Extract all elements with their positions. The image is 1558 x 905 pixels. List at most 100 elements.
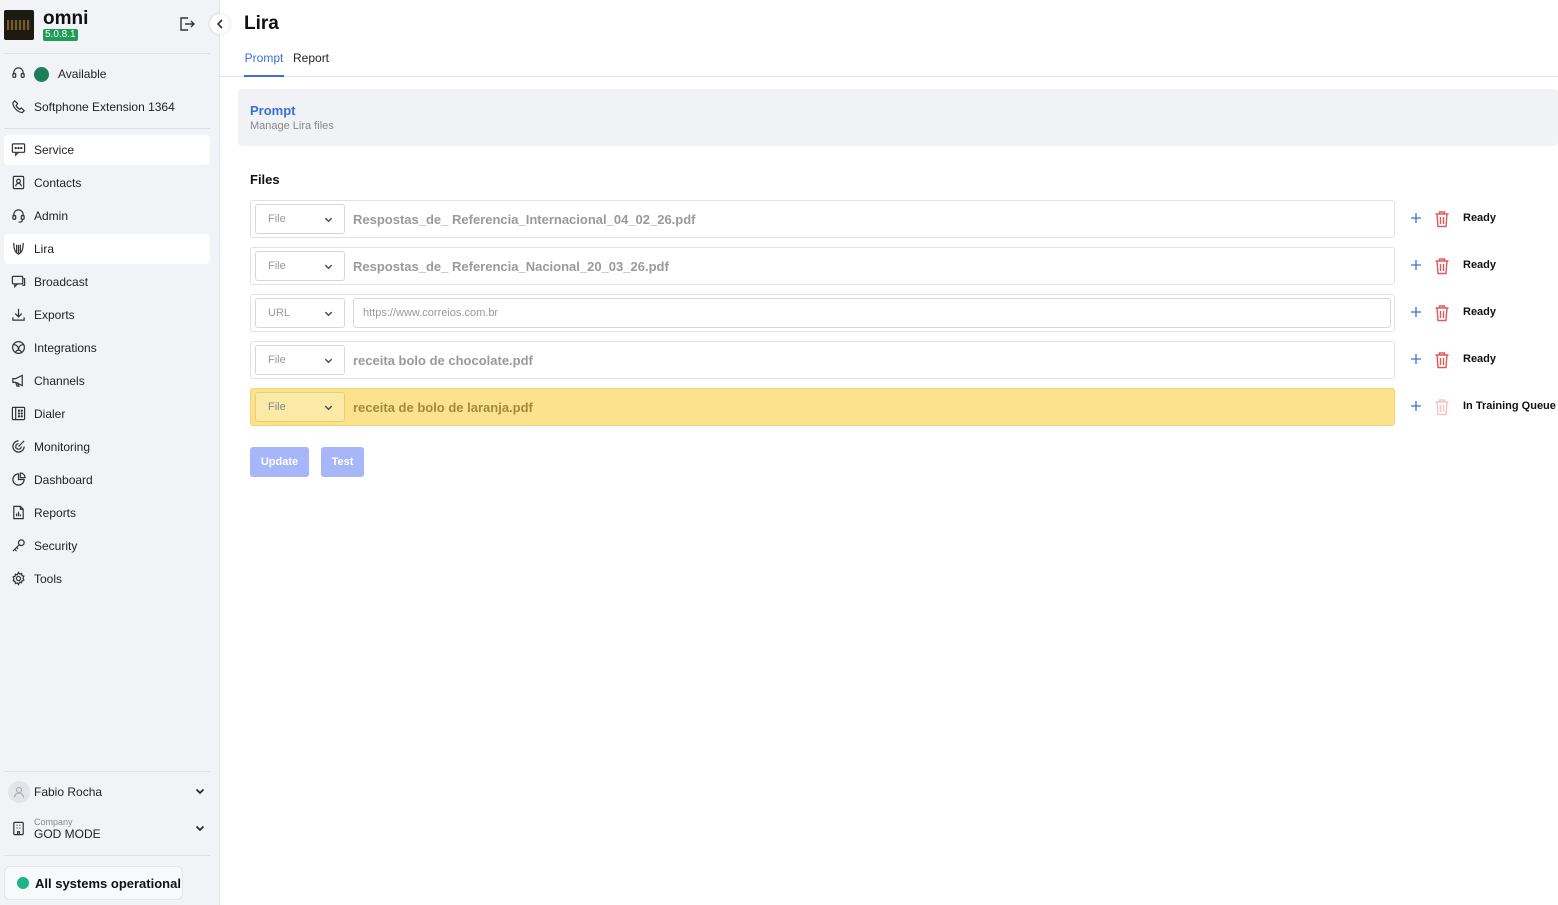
sidebar-item-service[interactable]: Service — [4, 135, 210, 165]
section-title: Prompt — [250, 103, 296, 118]
sidebar-item-label: Exports — [34, 308, 75, 322]
integrations-icon — [11, 340, 27, 356]
sidebar-item-lira[interactable]: Lira — [4, 234, 210, 264]
sidebar-item-label: Lira — [34, 242, 55, 256]
row-actions: In Training Queue — [1408, 388, 1558, 426]
broadcast-icon — [11, 274, 27, 290]
section-subtitle: Manage Lira files — [250, 120, 334, 132]
key-icon — [11, 538, 27, 554]
sidebar: omni 5.0.8.1 Available Softphone Extensi… — [0, 0, 230, 905]
divider — [4, 771, 210, 772]
company-logo — [4, 10, 34, 40]
file-name: Respostas_de_ Referencia_Nacional_20_03_… — [353, 259, 669, 274]
headset-icon — [11, 66, 27, 82]
sidebar-item-dialer[interactable]: Dialer — [4, 399, 210, 429]
company-label: Company — [34, 817, 73, 827]
status-text: Ready — [1463, 353, 1497, 365]
status-text: Ready — [1463, 259, 1497, 271]
type-select-value: File — [268, 213, 286, 225]
sidebar-item-tools[interactable]: Tools — [4, 564, 210, 594]
type-select-value: File — [268, 401, 286, 413]
add-icon[interactable] — [1408, 351, 1424, 367]
test-button[interactable]: Test — [321, 447, 364, 477]
sidebar-item-label: Reports — [34, 506, 77, 520]
main-content: Lira Prompt Report Prompt Manage Lira fi… — [220, 0, 1558, 905]
add-icon[interactable] — [1408, 257, 1424, 273]
softphone-label: Softphone Extension 1364 — [34, 100, 175, 114]
download-icon — [11, 307, 27, 323]
sidebar-item-broadcast[interactable]: Broadcast — [4, 267, 210, 297]
tab-prompt[interactable]: Prompt — [244, 51, 284, 77]
chevron-down-icon[interactable] — [194, 822, 206, 837]
file-row: File receita bolo de chocolate.pdf — [250, 341, 1395, 379]
file-row: File Respostas_de_ Referencia_Nacional_2… — [250, 247, 1395, 285]
sidebar-item-dashboard[interactable]: Dashboard — [4, 465, 210, 495]
trash-icon[interactable] — [1434, 257, 1450, 275]
presence-status[interactable]: Available — [4, 59, 210, 89]
divider — [4, 855, 210, 856]
company-value: GOD MODE — [34, 827, 101, 841]
gear-icon — [11, 571, 27, 587]
available-dot — [34, 66, 49, 82]
type-select[interactable]: File — [255, 392, 345, 422]
user-name: Fabio Rocha — [34, 785, 103, 799]
sidebar-item-admin[interactable]: Admin — [4, 201, 210, 231]
type-select-value: URL — [268, 307, 291, 319]
sidebar-item-channels[interactable]: Channels — [4, 366, 210, 396]
sidebar-item-label: Monitoring — [34, 440, 91, 454]
lira-icon — [11, 241, 27, 257]
megaphone-icon — [11, 373, 27, 389]
sidebar-item-security[interactable]: Security — [4, 531, 210, 561]
update-button[interactable]: Update — [250, 447, 309, 477]
type-select[interactable]: File — [255, 251, 345, 281]
sidebar-item-contacts[interactable]: Contacts — [4, 168, 210, 198]
sidebar-item-integrations[interactable]: Integrations — [4, 333, 210, 363]
type-select[interactable]: File — [255, 204, 345, 234]
sidebar-item-label: Channels — [34, 374, 85, 388]
sidebar-item-label: Admin — [34, 209, 69, 223]
chevron-down-icon — [323, 214, 334, 228]
monitoring-icon — [11, 439, 27, 455]
add-icon[interactable] — [1408, 304, 1424, 320]
row-actions: Ready — [1408, 247, 1558, 285]
files-label: Files — [250, 172, 280, 187]
sidebar-item-label: Contacts — [34, 176, 82, 190]
sidebar-item-reports[interactable]: Reports — [4, 498, 210, 528]
sidebar-item-monitoring[interactable]: Monitoring — [4, 432, 210, 462]
phone-icon — [11, 99, 27, 115]
row-actions: Ready — [1408, 341, 1558, 379]
add-icon[interactable] — [1408, 210, 1424, 226]
sidebar-item-label: Service — [34, 143, 75, 157]
status-text: In Training Queue — [1463, 400, 1556, 412]
logout-icon[interactable] — [178, 15, 198, 35]
tab-report[interactable]: Report — [293, 51, 329, 77]
sidebar-item-label: Security — [34, 539, 78, 553]
sidebar-item-label: Integrations — [34, 341, 97, 355]
file-row: File Respostas_de_ Referencia_Internacio… — [250, 200, 1395, 238]
file-row-training: File receita de bolo de laranja.pdf — [250, 388, 1395, 426]
file-name: receita bolo de chocolate.pdf — [353, 353, 533, 368]
pie-chart-icon — [11, 472, 27, 488]
divider — [4, 128, 210, 129]
url-input[interactable]: https://www.correios.com.br — [353, 298, 1391, 328]
collapse-sidebar-button[interactable] — [210, 14, 230, 34]
user-menu[interactable]: Fabio Rocha — [4, 780, 210, 804]
trash-icon[interactable] — [1434, 210, 1450, 228]
row-actions: Ready — [1408, 200, 1558, 238]
report-icon — [11, 505, 27, 521]
trash-icon[interactable] — [1434, 304, 1450, 322]
type-select[interactable]: URL — [255, 298, 345, 328]
trash-icon[interactable] — [1434, 351, 1450, 369]
chevron-down-icon[interactable] — [194, 785, 206, 800]
sidebar-item-label: Dialer — [34, 407, 66, 421]
company-selector[interactable]: Company GOD MODE — [4, 815, 210, 843]
sidebar-item-exports[interactable]: Exports — [4, 300, 210, 330]
system-status-badge[interactable]: All systems operational — [4, 866, 183, 900]
type-select[interactable]: File — [255, 345, 345, 375]
add-icon[interactable] — [1408, 398, 1424, 414]
contacts-icon — [11, 175, 27, 191]
softphone-extension[interactable]: Softphone Extension 1364 — [4, 92, 210, 122]
file-name: Respostas_de_ Referencia_Internacional_0… — [353, 212, 696, 227]
version-badge: 5.0.8.1 — [43, 29, 78, 41]
brand: omni 5.0.8.1 — [4, 8, 214, 44]
